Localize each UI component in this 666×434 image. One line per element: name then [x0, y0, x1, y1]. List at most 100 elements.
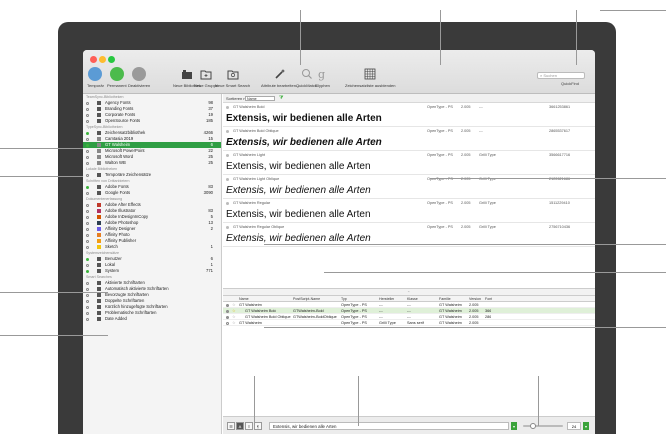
preview-item[interactable]: GT Walsheim Bold OpenType - PS 2.005 --- 366… — [223, 103, 595, 127]
callout-line — [0, 292, 108, 293]
zoom-window-button[interactable] — [108, 56, 115, 63]
search-input[interactable]: ⌕ Suchen — [537, 72, 585, 79]
activation-status-icon[interactable] — [86, 293, 89, 297]
favorite-star-icon[interactable]: ☆ — [232, 320, 236, 326]
size-slider[interactable] — [523, 423, 563, 429]
activation-status-icon[interactable] — [226, 153, 229, 157]
library-icon — [182, 70, 193, 79]
activation-status-icon[interactable] — [86, 131, 89, 135]
activation-status-icon[interactable] — [86, 209, 89, 213]
minimize-window-button[interactable] — [99, 56, 106, 63]
sidebar-item[interactable]: OpenSource Fonts 185 — [83, 118, 221, 124]
activation-status-icon[interactable] — [86, 203, 89, 207]
sidebar-item[interactable]: System 771 — [83, 268, 221, 274]
size-field[interactable]: 24 — [567, 422, 581, 430]
activation-status-icon[interactable] — [86, 113, 89, 117]
sidebar-item[interactable]: Walton WB 25 — [83, 160, 221, 166]
edit-attributes-button[interactable]: Attribute bearbeiten... — [261, 67, 299, 88]
preview-type: OpenType - PS — [427, 201, 453, 205]
preview-item[interactable]: GT Walsheim Regular OpenType - PS 2.005 Gri… — [223, 199, 595, 223]
activate-permanent-button[interactable]: Permanent — [107, 67, 127, 88]
activation-status-icon[interactable] — [86, 137, 89, 141]
activation-status-icon[interactable] — [226, 315, 229, 319]
pane-splitter[interactable]: ⌃ — [223, 288, 595, 296]
sample-text-dropdown[interactable]: ▾ — [511, 422, 517, 430]
new-smart-search-button[interactable]: Neue Smart Search — [215, 67, 250, 88]
activation-status-icon[interactable] — [86, 245, 89, 249]
wand-icon — [275, 69, 286, 79]
sidebar-item[interactable]: Date Added — [83, 316, 221, 322]
activation-status-icon[interactable] — [86, 215, 89, 219]
activation-status-icon[interactable] — [226, 177, 229, 181]
view-list-button[interactable]: ☰ — [227, 422, 235, 430]
activation-status-icon[interactable] — [86, 317, 89, 321]
library-icon — [97, 221, 101, 225]
activation-status-icon[interactable] — [86, 221, 89, 225]
activation-status-icon[interactable] — [86, 149, 89, 153]
preview-item[interactable]: GT Walsheim Light OpenType - PS 2.005 Grill… — [223, 151, 595, 175]
sidebar-item-label: Agency Fonts — [105, 100, 131, 105]
activation-status-icon[interactable] — [226, 303, 229, 307]
sidebar-item-count: 1 — [210, 244, 213, 249]
size-dropdown[interactable]: ▾ — [583, 422, 589, 430]
view-paragraph-button[interactable]: ¶ — [254, 422, 262, 430]
hide-fontlist-button[interactable]: Zeichensatzliste ausblenden — [345, 67, 395, 88]
activation-status-icon[interactable] — [86, 107, 89, 111]
filter-icon[interactable]: ⧩ — [279, 95, 283, 101]
library-icon — [97, 233, 101, 237]
activation-status-icon[interactable] — [86, 119, 89, 123]
activation-status-icon[interactable] — [86, 281, 89, 285]
preview-version: 2.005 — [461, 225, 471, 229]
activation-status-icon[interactable] — [226, 321, 229, 325]
callout-line — [538, 376, 539, 426]
size-slider-knob[interactable] — [529, 423, 536, 429]
table-row[interactable]: ☆ GT Walsheim OpenType - PS Grilli Type Sans… — [223, 320, 595, 326]
preview-item-header: GT Walsheim Bold OpenType - PS 2.005 --- 366… — [223, 103, 595, 111]
sidebar-item[interactable]: Temporäre Zeichensätze — [83, 172, 221, 178]
activation-status-icon[interactable] — [86, 311, 89, 315]
glyphs-button[interactable]: g Glyphen — [315, 67, 330, 88]
activation-status-icon[interactable] — [86, 305, 89, 309]
preview-item[interactable]: GT Walsheim Bold Oblique OpenType - PS 2.0… — [223, 127, 595, 151]
activation-status-icon[interactable] — [86, 287, 89, 291]
activate-temporary-button[interactable]: Temporär — [87, 67, 104, 88]
table-cell-name: GT Walsheim — [239, 321, 262, 325]
preview-name: GT Walsheim Regular — [233, 201, 271, 205]
sidebar-item-label: Automatisch aktivierte Schriftarten — [105, 286, 169, 291]
activation-status-icon[interactable] — [86, 263, 89, 267]
preview-name: GT Walsheim Bold — [233, 105, 265, 109]
sidebar-item[interactable]: Google Fonts 3090 — [83, 190, 221, 196]
activation-status-icon[interactable] — [226, 129, 229, 133]
quickmatch-button[interactable]: QuickMatch — [296, 67, 317, 88]
view-preview-button[interactable]: A — [236, 422, 244, 430]
activation-status-icon[interactable] — [86, 257, 89, 261]
view-waterfall-button[interactable]: ≡ — [245, 422, 253, 430]
table-cell-family: GT Walsheim — [439, 321, 462, 325]
activation-status-icon[interactable] — [226, 201, 229, 205]
activation-status-icon[interactable] — [86, 239, 89, 243]
activation-status-icon[interactable] — [86, 299, 89, 303]
deactivate-button[interactable]: Deaktivieren — [128, 67, 150, 88]
activation-status-icon[interactable] — [226, 309, 229, 313]
activation-status-icon[interactable] — [86, 233, 89, 237]
activation-status-icon[interactable] — [86, 191, 89, 195]
sidebar-item-label: GT Walsheim — [105, 142, 131, 147]
library-icon — [97, 131, 101, 135]
activation-status-icon[interactable] — [226, 225, 229, 229]
sample-text-input[interactable]: Extensis, wir bedienen alle Arten — [269, 422, 509, 430]
close-window-button[interactable] — [90, 56, 97, 63]
activation-status-icon[interactable] — [86, 185, 89, 189]
sidebar-item[interactable]: Sketch 1 — [83, 244, 221, 250]
library-icon — [97, 245, 101, 249]
sidebar-item-label: Adobe Fonts — [105, 184, 129, 189]
activation-status-icon[interactable] — [86, 269, 89, 273]
activation-status-icon[interactable] — [86, 227, 89, 231]
callout-line — [0, 176, 83, 177]
activation-status-icon[interactable] — [86, 143, 89, 147]
activation-status-icon[interactable] — [86, 161, 89, 165]
activation-status-icon[interactable] — [86, 155, 89, 159]
activation-status-icon[interactable] — [86, 173, 89, 177]
activation-status-icon[interactable] — [226, 105, 229, 109]
activation-status-icon[interactable] — [86, 101, 89, 105]
sort-select[interactable]: Name — [245, 96, 275, 101]
